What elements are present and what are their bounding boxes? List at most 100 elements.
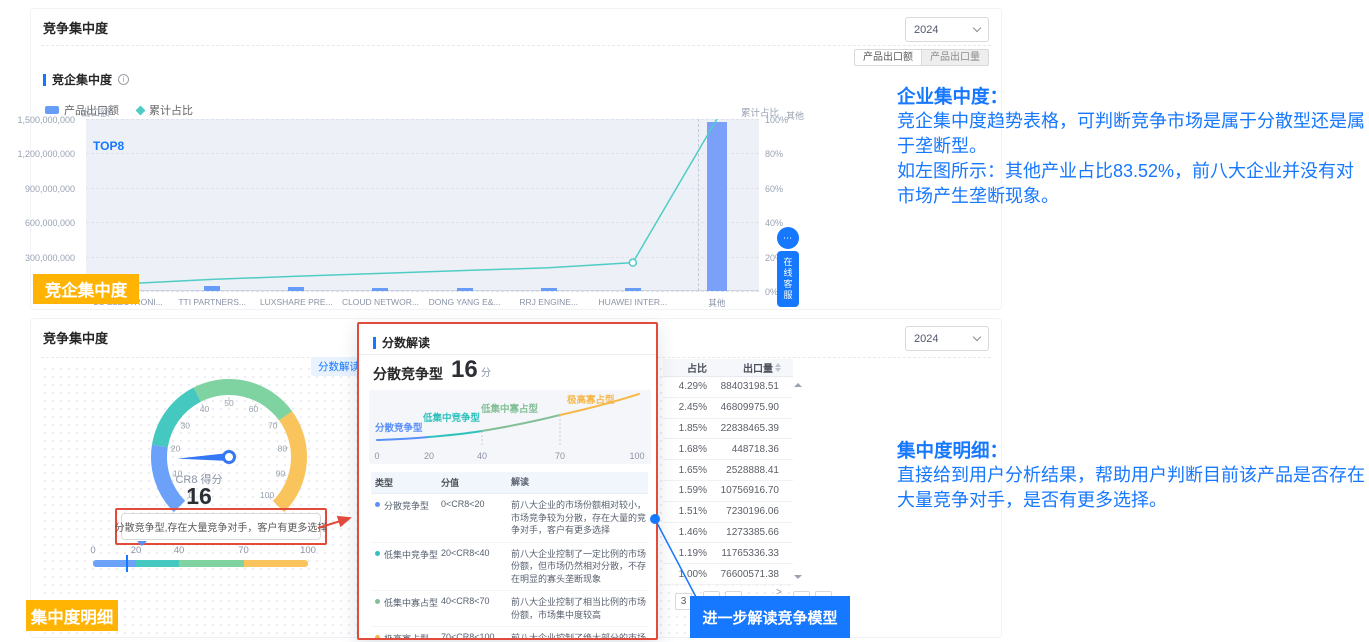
cell-export: 2528888.41 <box>717 465 783 476</box>
type-dot-icon <box>375 599 380 604</box>
table-row[interactable]: 4.29%88403198.51 <box>663 377 793 398</box>
x-axis-label: 其他 <box>674 297 760 309</box>
cell-type: 低集中寡占型 <box>371 596 441 621</box>
linear-tick: 40 <box>174 545 185 556</box>
table-row[interactable]: 1.19%11765336.33 <box>663 543 793 564</box>
chevron-down-icon <box>973 24 981 32</box>
annotation-body: 竞企集中度趋势表格，可判断竞争市场是属于分散型还是属于垄断型。如左图所示：其他产… <box>897 109 1365 209</box>
page: 竞争集中度 2024 产品出口额 产品出口量 竞企集中度 i 产品出口额 累计占… <box>0 0 1369 642</box>
interpret-model-button[interactable]: 进一步解读竞争模型 <box>690 596 850 638</box>
accent-bar <box>373 337 376 349</box>
cell-share: 1.46% <box>663 527 717 538</box>
card-title: 竞争集中度 <box>43 328 108 347</box>
col-export-sort[interactable]: 出口量 <box>717 360 783 375</box>
table-row[interactable]: 1.00%76600571.38 <box>663 564 793 585</box>
zone-label: 低集中寡占型 <box>481 401 538 415</box>
type-dot-icon <box>375 502 380 507</box>
scroll-up-icon[interactable] <box>794 379 802 387</box>
gauge-value: 16 <box>149 483 249 510</box>
axis-tick: 1,200,000,000 <box>0 149 75 159</box>
axis-tick: 600,000,000 <box>0 218 75 228</box>
cell-export: 22838465.39 <box>717 423 783 434</box>
x-axis-label: HUAWEI INTER... <box>590 297 676 307</box>
interpretation-row: 极高寡占型70<CR8<100前八大企业控制了绝大部分的市场份额，市场呈现出明显… <box>371 627 648 640</box>
cell-range: 40<CR8<70 <box>441 596 511 621</box>
annotation-title: 集中度明细： <box>897 438 1365 463</box>
x-axis-label: DONG YANG E&... <box>422 297 508 307</box>
cell-share: 2.45% <box>663 402 717 413</box>
interpretation-row: 低集中竞争型20<CR8<40前八大企业控制了一定比例的市场份额，但市场仍然相对… <box>371 543 648 592</box>
year-select[interactable]: 2024 <box>905 17 989 42</box>
cell-share: 1.65% <box>663 465 717 476</box>
cell-desc: 前八大企业控制了相当比例的市场份额，市场集中度较高 <box>511 596 646 621</box>
card-title: 竞争集中度 <box>43 18 108 37</box>
x-axis-label: TTI PARTNERS... <box>169 297 255 307</box>
linear-tick: 20 <box>131 545 142 556</box>
svg-text:20: 20 <box>171 444 181 454</box>
svg-text:50: 50 <box>224 398 234 408</box>
score-interpretation-popup: 分数解读 分散竞争型 16 分 分散竞争型低集中竞争型低集中寡占型极高寡占型 0… <box>357 322 658 640</box>
cell-share: 1.19% <box>663 548 717 559</box>
year-select[interactable]: 2024 <box>905 326 989 351</box>
curve-tick: 40 <box>477 451 487 461</box>
annotation-line: 如左图所示：其他产业占比83.52%，前八大企业并没有对市场产生垄断现象。 <box>897 159 1365 209</box>
table-row[interactable]: 1.59%10756916.70 <box>663 481 793 502</box>
x-axis-label: CLOUD NETWOR... <box>337 297 423 307</box>
type-dot-icon <box>375 551 380 556</box>
cell-type: 分散竞争型 <box>371 499 441 537</box>
svg-text:30: 30 <box>181 420 191 430</box>
year-select-value: 2024 <box>914 333 938 345</box>
table-row[interactable]: 1.46%1273385.66 <box>663 523 793 544</box>
table-row[interactable]: 1.85%22838465.39 <box>663 419 793 440</box>
zone-label: 分散竞争型 <box>375 420 423 434</box>
annotation-line: 直接给到用户分析结果，帮助用户判断目前该产品是否存在大量竞争对手，是否有更多选择… <box>897 463 1365 513</box>
cell-type: 极高寡占型 <box>371 632 441 640</box>
cell-desc: 前八大企业的市场份额相对较小，市场竞争较为分散，存在大量的竞争对手，客户有更多选… <box>511 499 646 537</box>
type-dot-icon <box>375 635 380 640</box>
sort-icon <box>775 360 781 375</box>
export-amount-button[interactable]: 产品出口额 <box>854 49 922 66</box>
table-row[interactable]: 1.65%2528888.41 <box>663 460 793 481</box>
linear-tick: 0 <box>90 545 95 556</box>
type-label: 低集中竞争型 <box>384 548 438 561</box>
table-row[interactable]: 2.45%46809975.90 <box>663 398 793 419</box>
cell-range: 70<CR8<100 <box>441 632 511 640</box>
linear-segment <box>93 560 136 567</box>
svg-text:60: 60 <box>249 404 259 414</box>
curve-tick: 20 <box>424 451 434 461</box>
cell-share: 1.00% <box>663 569 717 580</box>
divider <box>41 45 991 46</box>
cell-share: 1.85% <box>663 423 717 434</box>
year-select-value: 2024 <box>914 24 938 36</box>
cell-export: 7230196.06 <box>717 506 783 517</box>
cell-export: 448718.36 <box>717 444 783 455</box>
metric-toggle: 产品出口额 产品出口量 <box>854 49 989 66</box>
chevron-down-icon <box>973 333 981 341</box>
cell-share: 1.59% <box>663 485 717 496</box>
legend-item-line[interactable]: 累计占比 <box>137 102 193 118</box>
table-scrollbar[interactable] <box>793 377 803 585</box>
competitor-trend-card: 竞争集中度 2024 产品出口额 产品出口量 竞企集中度 i 产品出口额 累计占… <box>30 8 1002 310</box>
scroll-down-icon[interactable] <box>794 575 802 583</box>
gridline <box>86 291 759 292</box>
svg-text:100: 100 <box>260 490 274 500</box>
export-quantity-button[interactable]: 产品出口量 <box>922 49 989 66</box>
cell-export: 10756916.70 <box>717 485 783 496</box>
table-row[interactable]: 1.68%448718.36 <box>663 439 793 460</box>
cell-share: 4.29% <box>663 381 717 392</box>
svg-text:70: 70 <box>268 420 278 430</box>
bar-swatch-icon <box>45 106 59 114</box>
share-table: 占比 出口量 4.29%88403198.512.45%46809975.901… <box>663 359 793 585</box>
annotation-line: 竞企集中度趋势表格，可判断竞争市场是属于分散型还是属于垄断型。 <box>897 109 1365 159</box>
cumulative-line <box>86 119 759 291</box>
axis-tick: 1,500,000,000 <box>0 115 75 125</box>
score-value: 16 <box>451 356 478 384</box>
online-service-button[interactable]: 在线客服 <box>777 251 799 307</box>
cell-desc: 前八大企业控制了一定比例的市场份额，但市场仍然相对分散，不存在明显的寡头垄断现象 <box>511 548 646 586</box>
table-row[interactable]: 1.51%7230196.06 <box>663 502 793 523</box>
chat-ellipsis-icon[interactable]: ⋯ <box>777 227 799 249</box>
curve-tick: 70 <box>555 451 565 461</box>
info-icon[interactable]: i <box>118 74 129 85</box>
axis-tick: 900,000,000 <box>0 184 75 194</box>
axis-tick: 60% <box>765 184 783 194</box>
